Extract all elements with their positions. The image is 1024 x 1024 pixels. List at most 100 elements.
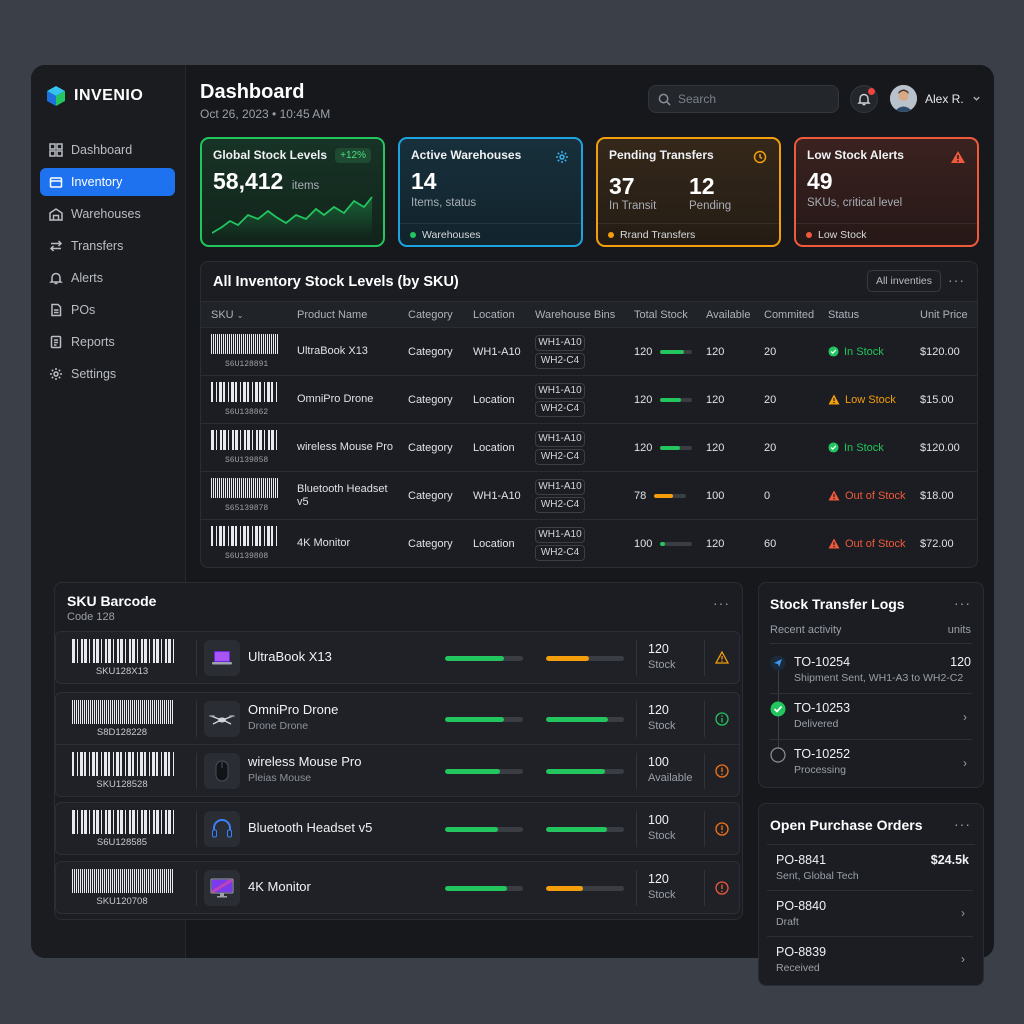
- product-name[interactable]: Bluetooth Headset v5: [287, 471, 398, 520]
- alert-icon[interactable]: [715, 764, 729, 783]
- info-icon[interactable]: [715, 712, 729, 731]
- card-sub: SKUs, critical level: [807, 197, 903, 209]
- table-row[interactable]: S6U139858 wireless Mouse Pro Category Locat…: [201, 423, 977, 472]
- location: Location: [463, 375, 525, 424]
- transfer-log-item[interactable]: TO-10254 Shipment Sent, WH1-A3 to WH2-C2…: [759, 649, 983, 695]
- transfer-log-item[interactable]: TO-10252 Processing ›: [759, 741, 983, 787]
- column-header[interactable]: SKU ⌄: [201, 301, 287, 328]
- sku-barcode-row[interactable]: SKU128528 wireless Mouse Pro Pleias Mouse 1…: [55, 744, 740, 797]
- purchase-order-item[interactable]: PO-8839 Received ›: [767, 937, 973, 983]
- chevron-right-icon[interactable]: ›: [963, 756, 967, 770]
- column-header[interactable]: Unit Price: [910, 301, 977, 328]
- total-stock: 120: [624, 375, 696, 424]
- sidebar-item-alerts[interactable]: Alerts: [40, 264, 175, 292]
- status-cell: Out of Stock: [818, 471, 910, 520]
- notifications-button[interactable]: [850, 85, 878, 113]
- bin-tag[interactable]: WH2-C4: [535, 544, 585, 561]
- sidebar-item-label: POs: [71, 303, 96, 317]
- active-warehouses-card[interactable]: Active Warehouses 14 Items, status Wareh…: [398, 137, 583, 247]
- column-header[interactable]: Warehouse Bins: [525, 301, 624, 328]
- more-options-icon[interactable]: ···: [954, 595, 971, 611]
- bin-tag[interactable]: WH2-C4: [535, 352, 585, 369]
- sidebar-item-settings[interactable]: Settings: [40, 360, 175, 388]
- product-desc: Drone Drone: [248, 720, 309, 732]
- purchase-order-item[interactable]: PO-8841 Sent, Global Tech $24.5k: [767, 845, 973, 891]
- sku-barcode-row[interactable]: S6U128585 Bluetooth Headset v5 100 Stock: [55, 802, 740, 855]
- sidebar-item-inventory[interactable]: Inventory: [40, 168, 175, 196]
- total-stock: 120: [624, 423, 696, 472]
- chevron-right-icon[interactable]: ›: [961, 906, 965, 920]
- search-box[interactable]: [648, 85, 839, 113]
- quantity-value: 100: [648, 755, 669, 769]
- available: 100: [696, 471, 754, 520]
- bin-tag[interactable]: WH2-C4: [535, 496, 585, 513]
- bin-tag[interactable]: WH1-A10: [535, 334, 585, 351]
- category: Category: [398, 327, 463, 376]
- sku-barcode-row[interactable]: S8D128228 OmniPro Drone Drone Drone 120 Stoc…: [55, 692, 740, 745]
- table-row[interactable]: S6U139808 4K Monitor Category Location WH1-A…: [201, 519, 977, 567]
- bin-tag[interactable]: WH1-A10: [535, 382, 585, 399]
- stock-level-fill: [660, 445, 680, 450]
- purchase-order-item[interactable]: PO-8840 Draft ›: [767, 891, 973, 937]
- pending-transfers-card[interactable]: Pending Transfers 37 In Transit 12 Pendi…: [596, 137, 781, 247]
- available-progress-bar: [546, 886, 624, 891]
- product-name[interactable]: 4K Monitor: [287, 519, 398, 567]
- column-header[interactable]: Commited: [754, 301, 818, 328]
- sidebar-item-warehouses[interactable]: Warehouses: [40, 200, 175, 228]
- bin-tag[interactable]: WH2-C4: [535, 400, 585, 417]
- sku-barcode-row[interactable]: SKU120708 4K Monitor 120 Stock: [55, 861, 740, 914]
- product-name: Bluetooth Headset v5: [248, 820, 373, 835]
- low-stock-card[interactable]: Low Stock Alerts 49 SKUs, critical level…: [794, 137, 979, 247]
- column-header[interactable]: Total Stock: [624, 301, 696, 328]
- card-value: 58,412: [213, 168, 284, 194]
- warning-icon[interactable]: [714, 650, 730, 669]
- category: Category: [398, 471, 463, 520]
- column-header[interactable]: Product Name: [287, 301, 398, 328]
- card-footer: Warehouses: [400, 223, 581, 245]
- column-header[interactable]: Location: [463, 301, 525, 328]
- notification-badge: [868, 88, 875, 95]
- more-options-icon[interactable]: ···: [948, 272, 965, 288]
- user-menu[interactable]: Alex R.: [890, 85, 981, 112]
- search-input[interactable]: [678, 92, 828, 106]
- bin-tag[interactable]: WH1-A10: [535, 430, 585, 447]
- po-desc: Received: [776, 962, 820, 974]
- gear-icon: [556, 151, 568, 163]
- chevron-right-icon[interactable]: ›: [963, 710, 967, 724]
- card-sub: Items, status: [411, 197, 477, 209]
- location: WH1-A10: [463, 327, 525, 376]
- filter-button[interactable]: All inventies: [866, 270, 941, 292]
- table-row[interactable]: S65139878 Bluetooth Headset v5 Category WH1…: [201, 471, 977, 520]
- sidebar-item-transfers[interactable]: Transfers: [40, 232, 175, 260]
- barcode-image: [211, 334, 287, 357]
- product-name[interactable]: wireless Mouse Pro: [287, 423, 398, 472]
- alert-icon[interactable]: [715, 881, 729, 900]
- bin-tag[interactable]: WH1-A10: [535, 526, 585, 543]
- sidebar-item-reports[interactable]: Reports: [40, 328, 175, 356]
- transfer-log-item[interactable]: TO-10253 Delivered ›: [759, 695, 983, 741]
- more-options-icon[interactable]: ···: [954, 816, 971, 832]
- table-row[interactable]: S6U138862 OmniPro Drone Category Location WH…: [201, 375, 977, 424]
- product-name[interactable]: UltraBook X13: [287, 327, 398, 376]
- sidebar-item-label: Alerts: [71, 271, 103, 285]
- bin-tag[interactable]: WH2-C4: [535, 448, 585, 465]
- total-stock: 100: [624, 519, 696, 567]
- alert-icon[interactable]: [715, 822, 729, 841]
- bin-tag[interactable]: WH1-A10: [535, 478, 585, 495]
- column-header[interactable]: Category: [398, 301, 463, 328]
- product-name[interactable]: OmniPro Drone: [287, 375, 398, 424]
- column-header[interactable]: Status: [818, 301, 910, 328]
- pending-circle-icon: [770, 747, 786, 763]
- chevron-right-icon[interactable]: ›: [961, 952, 965, 966]
- sidebar-item-pos[interactable]: POs: [40, 296, 175, 324]
- warehouse-bins: WH1-A10 WH2-C4: [525, 519, 624, 567]
- global-stock-card[interactable]: Global Stock Levels +12% 58,412 items: [200, 137, 385, 247]
- more-options-icon[interactable]: ···: [713, 595, 730, 611]
- committed: 20: [754, 423, 818, 472]
- table-row[interactable]: S6U128891 UltraBook X13 Category WH1-A10 WH1…: [201, 327, 977, 376]
- logo[interactable]: INVENIO: [46, 85, 143, 107]
- sku-barcode-row[interactable]: SKU128X13 UltraBook X13 120 Stock: [55, 631, 740, 684]
- column-header[interactable]: Available: [696, 301, 754, 328]
- warehouse-icon: [49, 208, 63, 221]
- sidebar-item-dashboard[interactable]: Dashboard: [40, 136, 175, 164]
